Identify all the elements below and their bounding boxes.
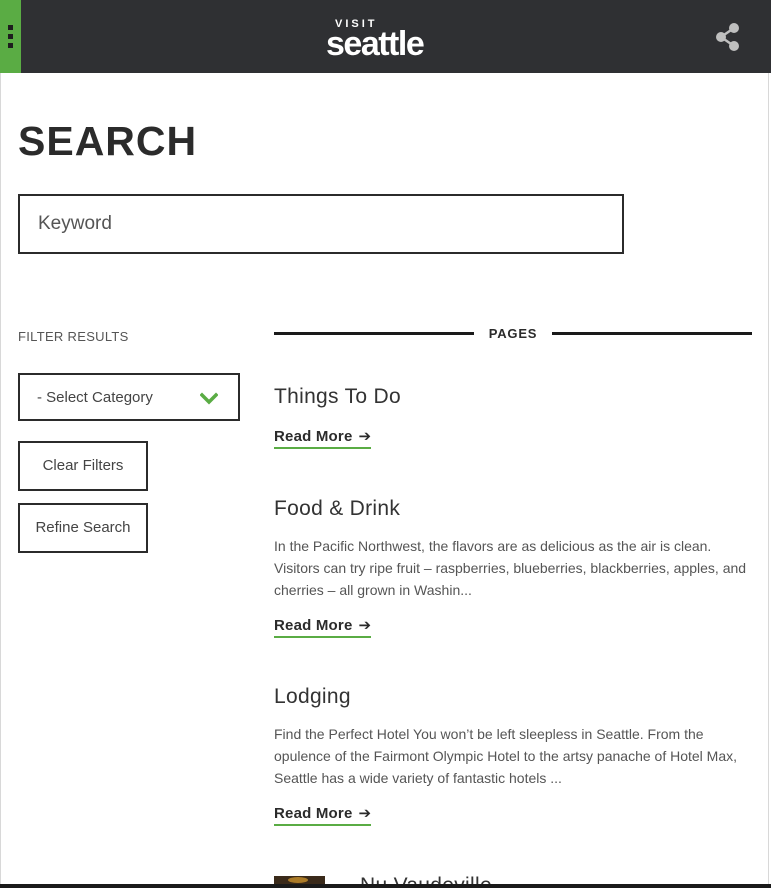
chevron-down-icon bbox=[200, 392, 218, 405]
site-header: VISIT seattle bbox=[0, 0, 771, 73]
result-title[interactable]: Food & Drink bbox=[274, 497, 754, 521]
bottom-edge bbox=[0, 884, 771, 888]
read-more-label: Read More bbox=[274, 617, 353, 634]
logo-seattle-text: seattle bbox=[326, 25, 425, 63]
arrow-right-icon: ➔ bbox=[358, 805, 372, 822]
read-more-label: Read More bbox=[274, 428, 353, 445]
arrow-right-icon: ➔ bbox=[358, 428, 372, 445]
filter-results-label: FILTER RESULTS bbox=[18, 329, 129, 344]
page-title: SEARCH bbox=[18, 118, 198, 164]
search-input[interactable] bbox=[20, 196, 622, 252]
result-title[interactable]: Things To Do bbox=[274, 385, 754, 409]
share-button[interactable] bbox=[713, 22, 743, 52]
page-border-left bbox=[0, 73, 1, 888]
site-logo[interactable]: VISIT seattle bbox=[326, 18, 446, 62]
read-more-link[interactable]: Read More ➔ bbox=[274, 804, 372, 826]
read-more-link[interactable]: Read More ➔ bbox=[274, 616, 372, 638]
search-box[interactable] bbox=[18, 194, 624, 254]
result-description: In the Pacific Northwest, the flavors ar… bbox=[274, 538, 747, 598]
page-border-right bbox=[768, 73, 769, 888]
result-item: Lodging Find the Perfect Hotel You won’t… bbox=[274, 685, 754, 826]
result-description: Find the Perfect Hotel You won’t be left… bbox=[274, 726, 738, 786]
section-divider-left bbox=[274, 332, 474, 335]
arrow-right-icon: ➔ bbox=[358, 617, 372, 634]
result-item: Food & Drink In the Pacific Northwest, t… bbox=[274, 497, 754, 638]
read-more-link[interactable]: Read More ➔ bbox=[274, 427, 372, 449]
share-icon bbox=[716, 23, 739, 51]
section-divider-right bbox=[552, 332, 752, 335]
clear-filters-button[interactable]: Clear Filters bbox=[18, 441, 148, 491]
result-title[interactable]: Lodging bbox=[274, 685, 754, 709]
result-item: Things To Do Read More ➔ bbox=[274, 385, 754, 449]
refine-search-button[interactable]: Refine Search bbox=[18, 503, 148, 553]
read-more-label: Read More bbox=[274, 805, 353, 822]
menu-dots-icon bbox=[8, 25, 14, 51]
section-label: PAGES bbox=[488, 326, 538, 341]
menu-button[interactable] bbox=[0, 0, 21, 73]
category-select[interactable]: - Select Category bbox=[18, 373, 240, 421]
category-select-value: - Select Category bbox=[37, 389, 153, 406]
